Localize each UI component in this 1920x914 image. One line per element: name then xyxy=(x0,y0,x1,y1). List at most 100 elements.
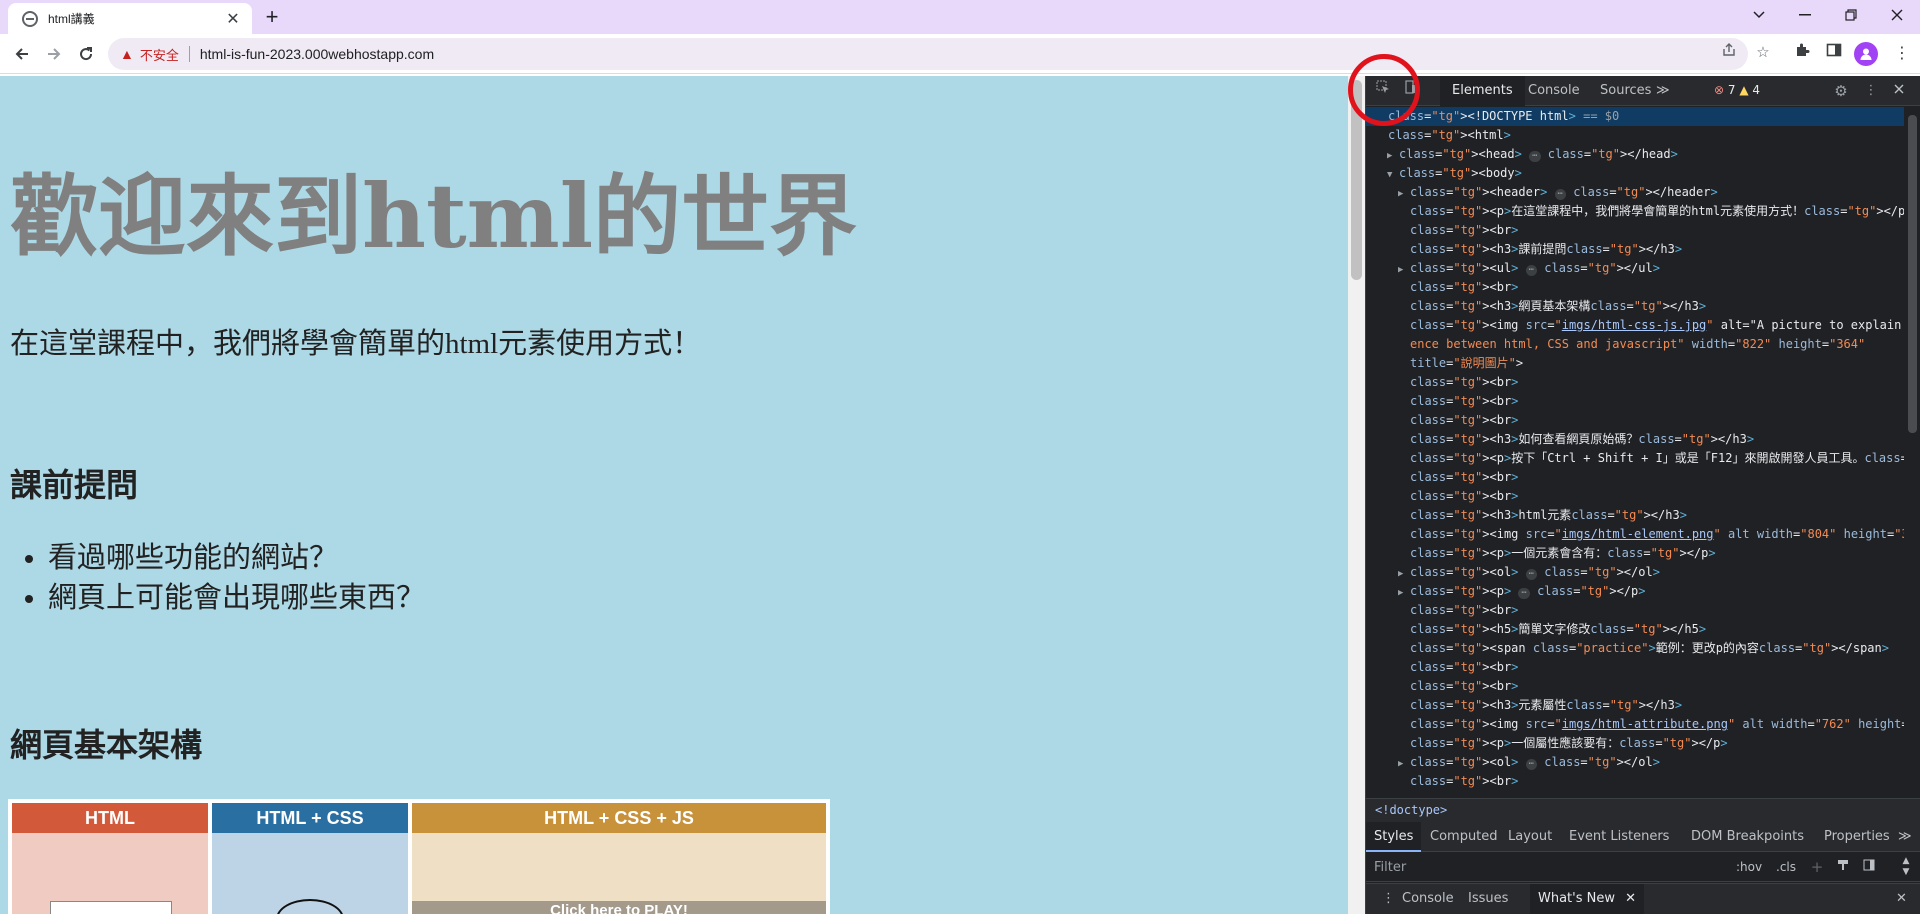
browser-tab[interactable]: html講義 ✕ xyxy=(8,3,252,34)
device-toolbar-icon[interactable] xyxy=(1400,80,1422,102)
error-badge[interactable]: ⊗ 7 ▲ 4 xyxy=(1714,83,1760,97)
dom-node-line[interactable]: ▶ class="tg"><head> ⋯ class="tg"></head> xyxy=(1366,145,1904,164)
tab-event-listeners[interactable]: Event Listeners xyxy=(1561,822,1677,852)
dom-node-line[interactable]: class="tg"><br> xyxy=(1366,677,1904,696)
heading-structure: 網頁基本架構 xyxy=(10,727,203,763)
dom-node-line[interactable]: ▶ class="tg"><header> ⋯ class="tg"></head… xyxy=(1366,183,1904,202)
new-style-rule-icon[interactable]: + xyxy=(1806,856,1828,878)
dom-node-line[interactable]: ▶ class="tg"><p> ⋯ class="tg"></p> xyxy=(1366,582,1904,601)
cls-toggle[interactable]: .cls xyxy=(1771,856,1801,878)
dom-node-line[interactable]: class="tg"><br> xyxy=(1366,221,1904,240)
tab-close-button[interactable]: ✕ xyxy=(224,9,242,29)
drawer-tab-issues[interactable]: Issues xyxy=(1460,884,1516,914)
chevron-down-icon[interactable] xyxy=(1736,0,1782,30)
play-banner: Click here to PLAY! xyxy=(412,901,826,914)
menu-kebab-icon[interactable]: ⋮ xyxy=(1890,42,1914,66)
dom-node-line[interactable]: class="tg"><h3>元素屬性class="tg"></h3> xyxy=(1366,696,1904,715)
devtools-menu-kebab-icon[interactable]: ⋮ xyxy=(1860,80,1882,102)
dom-node-line[interactable]: ▶ class="tg"><ol> ⋯ class="tg"></ol> xyxy=(1366,753,1904,772)
inspect-element-icon[interactable] xyxy=(1372,80,1394,102)
dom-tree[interactable]: class="tg"><!DOCTYPE html> == $0 class="t… xyxy=(1366,107,1904,797)
dom-node-line[interactable]: class="tg"><h3>如何查看網頁原始碼？class="tg"></h3… xyxy=(1366,430,1904,449)
dom-node-line[interactable]: class="tg"><br> xyxy=(1366,487,1904,506)
restore-icon[interactable] xyxy=(1828,0,1874,30)
dom-node-line[interactable]: class="tg"><html> xyxy=(1366,126,1904,145)
bookmark-star-icon[interactable]: ☆ xyxy=(1752,42,1774,64)
reload-icon[interactable] xyxy=(72,40,100,68)
drawer-tab-label: What's New xyxy=(1538,891,1615,906)
browser-toolbar: ▲ 不安全 html-is-fun-2023.000webhostapp.com… xyxy=(0,34,1920,74)
dom-node-line[interactable]: ▼ class="tg"><body> xyxy=(1366,164,1904,183)
dom-node-line[interactable]: class="tg"><br> xyxy=(1366,278,1904,297)
settings-gear-icon[interactable]: ⚙ xyxy=(1830,80,1852,102)
url-text[interactable]: html-is-fun-2023.000webhostapp.com xyxy=(200,46,434,62)
extensions-icon[interactable] xyxy=(1790,42,1814,66)
tab-properties[interactable]: Properties xyxy=(1816,822,1898,852)
close-drawer-icon[interactable]: ✕ xyxy=(1888,884,1915,914)
close-icon[interactable] xyxy=(1874,0,1920,30)
drawer-tab-whats-new[interactable]: What's New ✕ xyxy=(1530,884,1645,914)
drawer-tab-console[interactable]: Console xyxy=(1394,884,1462,914)
security-label[interactable]: 不安全 xyxy=(140,45,179,64)
dom-node-line[interactable]: ▶ class="tg"><ol> ⋯ class="tg"></ol> xyxy=(1366,563,1904,582)
dom-node-line[interactable]: class="tg"><img src="imgs/html-css-js.jp… xyxy=(1366,316,1904,335)
page-scrollbar[interactable] xyxy=(1348,76,1365,914)
dom-node-line[interactable]: class="tg"><br> xyxy=(1366,373,1904,392)
more-tabs-button[interactable]: ≫ xyxy=(1650,76,1676,106)
side-panel-icon[interactable] xyxy=(1822,42,1846,66)
share-icon[interactable] xyxy=(1718,42,1740,64)
dom-node-text: class="tg"><ol> ⋯ class="tg"></ol> xyxy=(1410,565,1660,580)
new-tab-button[interactable]: + xyxy=(258,4,286,32)
diagram-header: HTML + CSS + JS xyxy=(412,803,826,833)
dom-node-line[interactable]: title="說明圖片"> xyxy=(1366,354,1904,373)
tab-console[interactable]: Console xyxy=(1516,76,1592,106)
dom-node-line[interactable]: class="tg"><br> xyxy=(1366,601,1904,620)
scrollbar-thumb[interactable] xyxy=(1351,80,1362,280)
computed-sidebar-icon[interactable] xyxy=(1858,856,1880,878)
dom-node-line[interactable]: class="tg"><p>一個元素會含有：class="tg"></p> xyxy=(1366,544,1904,563)
warning-icon[interactable]: ▲ xyxy=(120,46,134,62)
close-devtools-icon[interactable] xyxy=(1888,80,1910,102)
dom-node-line[interactable]: class="tg"><img src="imgs/html-attribute… xyxy=(1366,715,1904,734)
styles-tabbar: Styles Computed Layout Event Listeners D… xyxy=(1366,822,1920,852)
paint-brush-icon[interactable] xyxy=(1832,856,1854,878)
dom-node-line[interactable]: ▶ class="tg"><ul> ⋯ class="tg"></ul> xyxy=(1366,259,1904,278)
tab-styles[interactable]: Styles xyxy=(1366,822,1422,852)
address-bar[interactable]: ▲ 不安全 html-is-fun-2023.000webhostapp.com xyxy=(108,38,1748,70)
diagram-column-html: HTML xyxy=(12,803,208,914)
tab-dom-breakpoints[interactable]: DOM Breakpoints xyxy=(1683,822,1812,852)
styles-scroll-arrows-icon[interactable]: ▲ ▼ xyxy=(1896,856,1916,878)
dom-node-line[interactable]: class="tg"><h3>課前提問class="tg"></h3> xyxy=(1366,240,1904,259)
dom-node-line[interactable]: class="tg"><br> xyxy=(1366,772,1904,791)
close-tab-icon[interactable]: ✕ xyxy=(1625,891,1636,906)
styles-filter-input[interactable] xyxy=(1370,856,1720,878)
dom-node-line[interactable]: class="tg"><img src="imgs/html-element.p… xyxy=(1366,525,1904,544)
dom-node-line[interactable]: class="tg"><br> xyxy=(1366,468,1904,487)
back-icon[interactable] xyxy=(8,40,36,68)
hov-toggle[interactable]: :hov xyxy=(1731,856,1767,878)
tab-layout[interactable]: Layout xyxy=(1500,822,1560,852)
breadcrumb[interactable]: <!doctype> xyxy=(1366,798,1920,822)
separator xyxy=(188,46,190,62)
dom-node-text: class="tg"><img src="imgs/html-attribute… xyxy=(1410,717,1904,731)
dom-node-line[interactable]: class="tg"><h3>html元素class="tg"></h3> xyxy=(1366,506,1904,525)
dom-node-line[interactable]: class="tg"><h3>網頁基本架構class="tg"></h3> xyxy=(1366,297,1904,316)
dom-node-line[interactable]: class="tg"><br> xyxy=(1366,658,1904,677)
tab-elements[interactable]: Elements xyxy=(1440,76,1525,106)
forward-icon[interactable] xyxy=(40,40,68,68)
dom-node-line[interactable]: class="tg"><br> xyxy=(1366,392,1904,411)
dom-node-line[interactable]: class="tg"><h5>簡單文字修改class="tg"></h5> xyxy=(1366,620,1904,639)
scrollbar-thumb[interactable] xyxy=(1908,115,1917,433)
dom-node-line[interactable]: class="tg"><span class="practice">範例：更改p… xyxy=(1366,639,1904,658)
dom-node-line[interactable]: class="tg"><br> xyxy=(1366,411,1904,430)
tab-computed[interactable]: Computed xyxy=(1422,822,1506,852)
dom-node-line[interactable]: class="tg"><p>在這堂課程中，我們將學會簡單的html元素使用方式！… xyxy=(1366,202,1904,221)
dom-node-line[interactable]: ence between html, CSS and javascript" w… xyxy=(1366,335,1904,354)
profile-avatar[interactable] xyxy=(1854,42,1878,66)
dom-node-line[interactable]: class="tg"><!DOCTYPE html> == $0 xyxy=(1366,107,1904,126)
dom-node-line[interactable]: class="tg"><p>按下「Ctrl + Shift + I」或是「F12… xyxy=(1366,449,1904,468)
dom-node-line[interactable]: class="tg"><p>一個屬性應該要有：class="tg"></p> xyxy=(1366,734,1904,753)
minimize-icon[interactable] xyxy=(1782,0,1828,30)
more-style-tabs-button[interactable]: ≫ xyxy=(1890,822,1920,852)
dom-scrollbar[interactable] xyxy=(1904,107,1920,797)
